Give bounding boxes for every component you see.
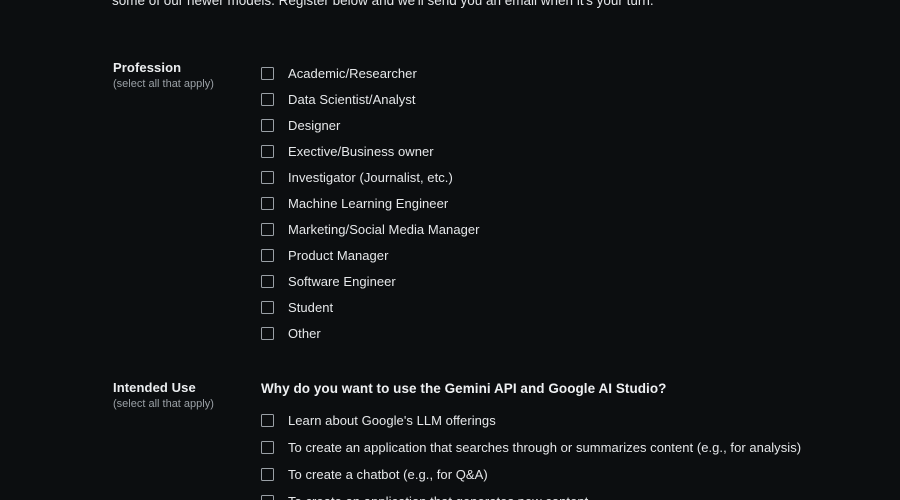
checkbox-row-product-manager[interactable]: Product Manager [261,242,480,268]
checkbox-row-generate-new-content[interactable]: To create an application that generates … [261,488,801,500]
checkbox-row-other[interactable]: Other [261,320,480,346]
checkbox-label: Exective/Business owner [288,143,434,159]
checkbox-row-software-engineer[interactable]: Software Engineer [261,268,480,294]
checkbox-label: To create an application that searches t… [288,440,802,455]
checkbox-row-search-summarize-content[interactable]: To create an application that searches t… [261,434,801,461]
checkbox-icon[interactable] [261,222,274,236]
checkbox-row-investigator[interactable]: Investigator (Journalist, etc.) [261,164,480,190]
checkbox-row-learn-llm-offerings[interactable]: Learn about Google's LLM offerings [261,407,801,434]
checkbox-row-machine-learning-engineer[interactable]: Machine Learning Engineer [261,190,480,216]
checkbox-icon[interactable] [261,414,274,427]
checkbox-icon[interactable] [261,196,274,210]
checkbox-icon[interactable] [261,441,274,454]
checkbox-label: Academic/Researcher [288,65,417,81]
checkbox-row-student[interactable]: Student [261,294,480,320]
section-body-intended-use: Why do you want to use the Gemini API an… [145,380,801,500]
section-title: Profession [113,60,182,75]
checkbox-label: Other [288,325,321,341]
checkbox-row-academic-researcher[interactable]: Academic/Researcher [261,60,480,86]
section-body-profession: Academic/Researcher Data Scientist/Analy… [145,60,480,346]
checkbox-row-designer[interactable]: Designer [261,112,480,138]
section-label-profession: Profession (select all that apply) [0,60,214,92]
checkbox-row-create-chatbot[interactable]: To create a chatbot (e.g., for Q&A) [261,461,801,488]
checkbox-list-intended-use: Learn about Google's LLM offerings To cr… [261,407,801,500]
checkbox-icon[interactable] [261,66,274,80]
checkbox-label: To create a chatbot (e.g., for Q&A) [288,467,488,482]
section-subtitle: (select all that apply) [113,398,214,410]
form-section-profession: Profession (select all that apply) Acade… [0,60,480,346]
checkbox-label: Data Scientist/Analyst [288,91,416,107]
checkbox-icon[interactable] [261,144,274,158]
intro-paragraph: some of our newer models. Register below… [112,0,654,8]
checkbox-label: Student [288,299,334,315]
section-label-intended-use: Intended Use (select all that apply) [0,380,214,412]
checkbox-icon[interactable] [261,92,274,106]
checkbox-icon[interactable] [261,300,274,314]
section-title: Intended Use [113,380,196,395]
checkbox-label: Marketing/Social Media Manager [288,221,480,237]
checkbox-icon[interactable] [261,326,274,340]
question-heading: Why do you want to use the Gemini API an… [261,381,667,396]
checkbox-icon[interactable] [261,248,274,262]
checkbox-label: Learn about Google's LLM offerings [288,413,496,428]
checkbox-row-executive-business-owner[interactable]: Exective/Business owner [261,138,480,164]
checkbox-label: Machine Learning Engineer [288,195,449,211]
checkbox-icon[interactable] [261,118,274,132]
intro-paragraph-container: some of our newer models. Register below… [112,0,832,10]
section-subtitle: (select all that apply) [113,78,214,90]
checkbox-label: Designer [288,117,341,133]
checkbox-label: Software Engineer [288,273,396,289]
checkbox-row-marketing-social-media-manager[interactable]: Marketing/Social Media Manager [261,216,480,242]
checkbox-label: Product Manager [288,247,389,263]
checkbox-row-data-scientist-analyst[interactable]: Data Scientist/Analyst [261,86,480,112]
form-section-intended-use: Intended Use (select all that apply) Why… [0,380,801,500]
checkbox-list-profession: Academic/Researcher Data Scientist/Analy… [261,60,480,346]
checkbox-label: To create an application that generates … [288,493,588,500]
checkbox-icon[interactable] [261,274,274,288]
checkbox-icon[interactable] [261,468,274,481]
checkbox-icon[interactable] [261,495,274,500]
checkbox-icon[interactable] [261,170,274,184]
checkbox-label: Investigator (Journalist, etc.) [288,169,453,185]
